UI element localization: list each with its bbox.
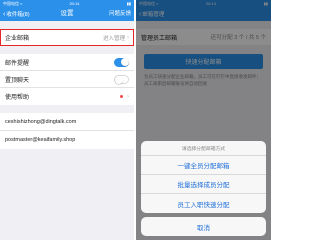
mail-notify-toggle[interactable] [114,57,129,67]
mail-notify-label: 邮件提醒 [5,60,30,67]
action-sheet: 请选择分配邮箱方式 一键全员分配邮箱 批量选择成员分配 员工入职快速分配 取消 [141,141,266,236]
mail-management-screen: 中国电信 ≈ 20:14 ▮▮ ‹ 邮箱管理 管理员工邮箱 还可分配 3 个 /… [136,0,271,240]
pin-chat-toggle[interactable] [114,74,129,84]
cancel-button[interactable]: 取消 [141,217,266,236]
help-row[interactable]: 使用帮助 › [0,88,134,105]
enterprise-group: 企业邮箱 进入管理 › [0,29,134,46]
battery-icon: ▮▮ [126,1,131,6]
accounts-group: ceshishizhong@dingtalk.com postmaster@ke… [0,113,134,149]
enterprise-mail-row[interactable]: 企业邮箱 进入管理 › [0,29,134,46]
action-sheet-title: 请选择分配邮箱方式 [141,141,266,156]
pin-chat-label: 置顶聊天 [5,77,30,84]
enterprise-mail-label: 企业邮箱 [5,36,30,42]
help-label: 使用帮助 [5,95,30,101]
chevron-right-icon: › [127,93,129,100]
chevron-right-icon: › [127,34,129,41]
enterprise-mail-value: 进入管理 [102,35,125,42]
account-item[interactable]: ceshishizhong@dingtalk.com [0,113,134,131]
new-badge-dot [120,95,123,98]
onboard-assign-option[interactable]: 员工入职快速分配 [141,194,266,213]
carrier-label: 中国电信 ≈ [3,0,23,6]
status-bar: 中国电信 ≈ 20:14 ▮▮ [0,0,134,7]
preferences-group: 邮件提醒 置顶聊天 使用帮助 › [0,54,134,105]
batch-select-option[interactable]: 批量选择成员分配 [141,175,266,194]
settings-screen: 中国电信 ≈ 20:14 ▮▮ ‹ 收件箱(8) 设置 问题反馈 企业邮箱 进入… [0,0,134,240]
pin-chat-row: 置顶聊天 [0,71,134,88]
nav-bar: ‹ 收件箱(8) 设置 问题反馈 [0,7,134,21]
feedback-button[interactable]: 问题反馈 [109,7,131,21]
account-item[interactable]: postmaster@keaifamily.shop [0,131,134,149]
assign-all-option[interactable]: 一键全员分配邮箱 [141,156,266,175]
mail-notify-row: 邮件提醒 [0,54,134,71]
clock: 20:14 [69,1,80,6]
